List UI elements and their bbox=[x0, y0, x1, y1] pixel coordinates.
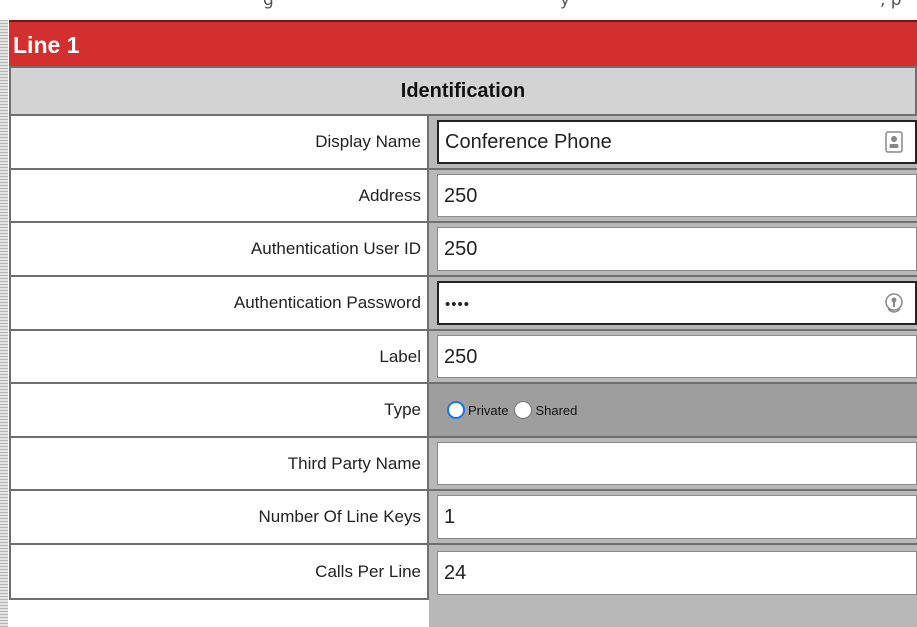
address-input[interactable]: 250 bbox=[437, 174, 917, 217]
cut-off-text-strip: g y , p bbox=[0, 0, 917, 20]
calls-per-line-value: 24 bbox=[444, 562, 467, 584]
row-calls-per-line: Calls Per Line 24 bbox=[9, 545, 917, 627]
row-number-of-line-keys: Number Of Line Keys 1 bbox=[9, 491, 917, 545]
row-address: Address 250 bbox=[9, 170, 917, 223]
auth-password-value: •••• bbox=[445, 296, 471, 313]
type-cell: Private Shared bbox=[429, 384, 917, 438]
row-label: Label 250 bbox=[9, 331, 917, 384]
label-input[interactable]: 250 bbox=[437, 335, 917, 378]
shared-radio[interactable] bbox=[514, 401, 533, 419]
number-of-line-keys-label: Number Of Line Keys bbox=[9, 491, 429, 545]
line-settings-panel: Line 1 Identification Display Name Confe… bbox=[9, 20, 917, 627]
third-party-name-cell bbox=[429, 438, 917, 491]
row-third-party-name: Third Party Name bbox=[9, 438, 917, 491]
display-name-cell: Conference Phone bbox=[429, 116, 917, 170]
number-of-line-keys-input[interactable]: 1 bbox=[437, 495, 917, 539]
number-of-line-keys-value: 1 bbox=[444, 506, 456, 528]
calls-per-line-label: Calls Per Line bbox=[9, 545, 429, 600]
left-frame-edge bbox=[0, 20, 8, 627]
label-field-label: Label bbox=[9, 331, 429, 384]
cut-off-text-left: g bbox=[263, 0, 274, 10]
identification-section-title: Identification bbox=[9, 66, 917, 116]
calls-per-line-cell: 24 bbox=[429, 545, 917, 627]
auth-user-id-value: 250 bbox=[444, 238, 478, 260]
private-radio-label[interactable]: Private bbox=[468, 403, 508, 418]
line-title: Line 1 bbox=[9, 20, 917, 66]
display-name-input[interactable]: Conference Phone bbox=[437, 120, 917, 164]
auth-user-id-label: Authentication User ID bbox=[9, 223, 429, 277]
cut-off-text-middle: y bbox=[560, 0, 571, 10]
shared-radio-label[interactable]: Shared bbox=[535, 403, 577, 418]
row-auth-user-id: Authentication User ID 250 bbox=[9, 223, 917, 277]
password-key-icon[interactable] bbox=[883, 291, 905, 315]
auth-password-cell: •••• bbox=[429, 277, 917, 331]
address-cell: 250 bbox=[429, 170, 917, 223]
address-value: 250 bbox=[444, 185, 478, 207]
row-auth-password: Authentication Password •••• bbox=[9, 277, 917, 331]
auth-user-id-cell: 250 bbox=[429, 223, 917, 277]
type-radio-group: Private Shared bbox=[447, 384, 583, 436]
private-radio[interactable] bbox=[447, 401, 465, 419]
auth-password-input[interactable]: •••• bbox=[437, 281, 917, 325]
contact-card-icon[interactable] bbox=[883, 130, 905, 154]
address-label: Address bbox=[9, 170, 429, 223]
type-label: Type bbox=[9, 384, 429, 438]
third-party-name-input[interactable] bbox=[437, 442, 917, 485]
display-name-value: Conference Phone bbox=[445, 131, 612, 153]
auth-password-label: Authentication Password bbox=[9, 277, 429, 331]
calls-per-line-input[interactable]: 24 bbox=[437, 551, 917, 595]
auth-user-id-input[interactable]: 250 bbox=[437, 227, 917, 271]
label-cell: 250 bbox=[429, 331, 917, 384]
label-value: 250 bbox=[444, 346, 478, 368]
row-type: Type Private Shared bbox=[9, 384, 917, 438]
display-name-label: Display Name bbox=[9, 116, 429, 170]
row-display-name: Display Name Conference Phone bbox=[9, 116, 917, 170]
cut-off-text-right: , p bbox=[880, 0, 902, 10]
number-of-line-keys-cell: 1 bbox=[429, 491, 917, 545]
third-party-name-label: Third Party Name bbox=[9, 438, 429, 491]
